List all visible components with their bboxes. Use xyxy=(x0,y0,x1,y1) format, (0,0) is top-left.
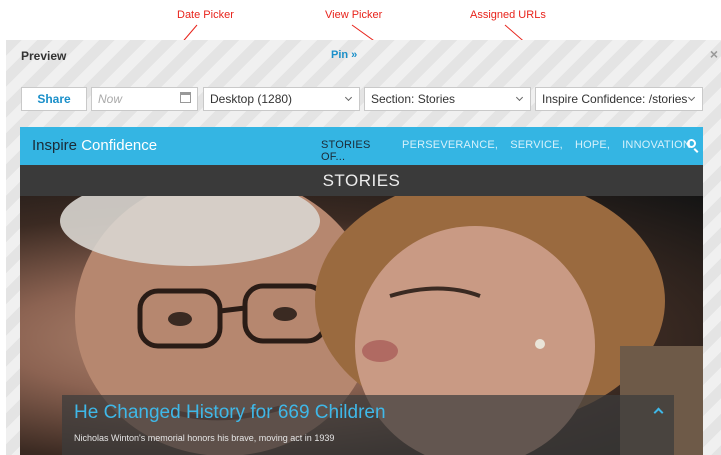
caption-subtitle: Nicholas Winton's memorial honors his br… xyxy=(74,433,335,443)
brand-part-1: Inspire xyxy=(32,137,78,154)
annotation-date-picker: Date Picker xyxy=(177,9,234,21)
annotation-assigned-urls: Assigned URLs xyxy=(470,9,546,21)
calendar-icon[interactable] xyxy=(180,92,191,103)
close-icon[interactable]: × xyxy=(710,46,718,62)
assigned-url-value: Inspire Confidence: /stories xyxy=(542,92,688,106)
date-picker-input[interactable]: Now xyxy=(91,87,198,111)
pin-link[interactable]: Pin » xyxy=(331,49,357,61)
nav-item-service[interactable]: SERVICE, xyxy=(510,139,563,163)
chevron-up-icon[interactable] xyxy=(653,407,664,418)
nav-item-perseverance[interactable]: PERSEVERANCE, xyxy=(402,139,498,163)
view-picker-value: Desktop (1280) xyxy=(210,92,293,106)
site-preview-frame: Inspire Confidence STORIES OF... PERSEVE… xyxy=(20,127,703,455)
date-placeholder: Now xyxy=(98,92,123,106)
stories-heading: STORIES xyxy=(322,171,401,190)
search-icon[interactable] xyxy=(687,139,696,148)
nav-item-innovation[interactable]: INNOVATION xyxy=(622,139,691,163)
hero-caption: He Changed History for 669 Children Nich… xyxy=(62,395,674,455)
panel-title: Preview xyxy=(21,49,67,63)
chevron-down-icon xyxy=(687,93,696,102)
section-value: Section: Stories xyxy=(371,92,456,106)
share-button[interactable]: Share xyxy=(21,87,87,111)
chevron-down-icon xyxy=(515,93,524,102)
brand-part-2: Confidence xyxy=(81,137,158,154)
view-picker-select[interactable]: Desktop (1280) xyxy=(203,87,360,111)
annotation-view-picker: View Picker xyxy=(325,9,383,21)
nav-item-stories-of[interactable]: STORIES OF... xyxy=(321,139,390,163)
chevron-down-icon xyxy=(344,93,353,102)
section-select[interactable]: Section: Stories xyxy=(364,87,531,111)
site-brand[interactable]: Inspire Confidence xyxy=(32,137,157,154)
site-navbar: Inspire Confidence STORIES OF... PERSEVE… xyxy=(20,127,703,165)
site-nav-items: STORIES OF... PERSEVERANCE, SERVICE, HOP… xyxy=(321,139,703,163)
nav-item-hope[interactable]: HOPE, xyxy=(575,139,610,163)
preview-panel: Preview Pin » × Share Now Desktop (1280)… xyxy=(6,40,721,455)
caption-title[interactable]: He Changed History for 669 Children xyxy=(74,402,386,424)
stories-header: STORIES xyxy=(20,165,703,196)
assigned-url-select[interactable]: Inspire Confidence: /stories xyxy=(535,87,703,111)
hero-image: He Changed History for 669 Children Nich… xyxy=(20,196,703,455)
